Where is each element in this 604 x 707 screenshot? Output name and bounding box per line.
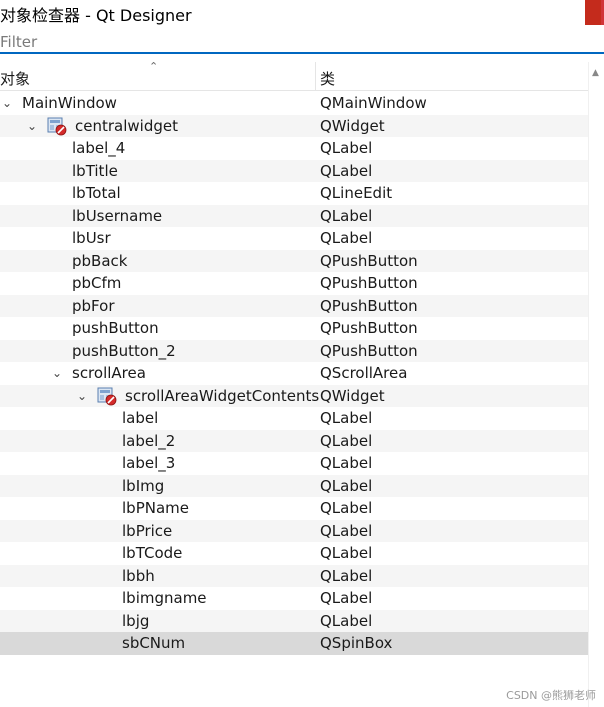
tree-row-class-name: QPushButton (320, 251, 418, 270)
filter-input[interactable] (0, 32, 600, 52)
tree-row-object-name: lbTitle (72, 161, 118, 180)
tree-row[interactable]: lbimgname QLabel (0, 587, 588, 610)
expand-chevron-icon[interactable]: ⌄ (0, 94, 14, 112)
tree-row-object-name: lbjg (122, 611, 150, 630)
tree-row-class-name: QPushButton (320, 274, 418, 292)
tree-row[interactable]: label QLabel (0, 407, 588, 430)
tree-row[interactable]: lbPrice QLabel (0, 519, 588, 542)
tree-row-object-name: scrollAreaWidgetContents (125, 386, 320, 405)
tree-row-class-name: QPushButton (320, 341, 418, 360)
tree-row-class-name: QLabel (320, 589, 373, 607)
tree-row[interactable]: lbTitle QLabel (0, 159, 588, 182)
tree-row[interactable]: lbjg QLabel (0, 609, 588, 632)
tree-row-object-name: pbFor (72, 296, 115, 315)
tree-row[interactable]: ⌄ MainWindow QMainWindow (0, 92, 588, 115)
tree-row-object-name: pbCfm (72, 274, 122, 292)
header-divider[interactable] (315, 62, 316, 91)
tree-row-class-name: QLabel (320, 409, 373, 427)
tree-row[interactable]: pbFor QPushButton (0, 294, 588, 317)
tree-row[interactable]: lbPName QLabel (0, 497, 588, 520)
tree-row[interactable]: sbCNum QSpinBox (0, 632, 588, 655)
watermark: CSDN @熊狮老师 (506, 689, 596, 702)
tree-row[interactable]: lbbh QLabel (0, 564, 588, 587)
tree-row-object-name: lbimgname (122, 589, 207, 607)
tree-row[interactable]: pbBack QPushButton (0, 249, 588, 272)
sort-indicator-icon: ⌃ (149, 60, 159, 73)
tree-row-object-name: MainWindow (22, 94, 117, 112)
tree-row-object-name: lbbh (122, 566, 155, 585)
window-title: 对象检查器 - Qt Designer (0, 6, 192, 25)
tree-row-object-name: lbTCode (122, 544, 183, 562)
tree-row-object-name: scrollArea (72, 364, 146, 382)
tree-row-class-name: QLineEdit (320, 184, 393, 202)
tree-header: 对象 ⌃ 类 (0, 60, 588, 91)
tree-row[interactable]: lbUsr QLabel (0, 227, 588, 250)
tree-row-object-name: lbPName (122, 499, 189, 517)
tree-row-object-name: pushButton_2 (72, 341, 176, 360)
tree-row-class-name: QLabel (320, 499, 373, 517)
tree-row[interactable]: label_4 QLabel (0, 137, 588, 160)
filter-bar (0, 30, 604, 54)
vertical-scrollbar[interactable]: ▲ (588, 62, 604, 707)
tree-row-class-name: QLabel (320, 161, 373, 180)
tree-row[interactable]: pushButton_2 QPushButton (0, 339, 588, 362)
tree-row-class-name: QLabel (320, 544, 373, 562)
tree-row[interactable]: pushButton QPushButton (0, 317, 588, 340)
layout-broken-icon (47, 117, 67, 135)
tree-row-object-name: pushButton (72, 319, 159, 337)
tree-row-object-name: sbCNum (122, 634, 186, 652)
tree-row-class-name: QLabel (320, 139, 373, 157)
expand-chevron-icon[interactable]: ⌄ (75, 387, 89, 405)
tree-row-class-name: QLabel (320, 454, 373, 472)
tree-row-object-name: label_2 (122, 431, 176, 450)
object-tree: ⌄ MainWindow QMainWindow ⌄ centralwidget QWid… (0, 92, 588, 655)
tree-row-class-name: QMainWindow (320, 94, 427, 112)
tree-row[interactable]: ⌄ scrollAreaWidgetContents QWidget (0, 384, 588, 407)
tree-row-object-name: lbPrice (122, 521, 173, 540)
tree-row[interactable]: label_2 QLabel (0, 429, 588, 452)
scroll-up-icon[interactable]: ▲ (592, 68, 599, 78)
tree-row-object-name: lbUsr (72, 229, 111, 247)
tree-row[interactable]: pbCfm QPushButton (0, 272, 588, 295)
tree-row-class-name: QLabel (320, 566, 373, 585)
layout-broken-icon (97, 387, 117, 405)
tree-row-class-name: QPushButton (320, 319, 418, 337)
tree-row-object-name: centralwidget (75, 116, 178, 135)
tree-row-object-name: pbBack (72, 251, 128, 270)
tree-row-class-name: QLabel (320, 206, 373, 225)
tree-row-object-name: label_4 (72, 139, 126, 157)
tree-row-class-name: QPushButton (320, 296, 418, 315)
tree-row-object-name: label_3 (122, 454, 176, 472)
tree-row-object-name: lbTotal (72, 184, 121, 202)
tree-row[interactable]: lbUsername QLabel (0, 204, 588, 227)
close-button[interactable] (585, 0, 604, 25)
tree-row[interactable]: ⌄ scrollArea QScrollArea (0, 362, 588, 385)
tree-row-class-name: QScrollArea (320, 364, 408, 382)
tree-row-class-name: QWidget (320, 386, 385, 405)
tree-row-object-name: lbImg (122, 476, 165, 495)
tree-row[interactable]: lbTotal QLineEdit (0, 182, 588, 205)
title-bar: 对象检查器 - Qt Designer (0, 0, 604, 25)
tree-row-class-name: QLabel (320, 611, 373, 630)
tree-row-object-name: lbUsername (72, 206, 163, 225)
expand-chevron-icon[interactable]: ⌄ (50, 364, 64, 382)
tree-row[interactable]: lbImg QLabel (0, 474, 588, 497)
tree-row-class-name: QSpinBox (320, 634, 393, 652)
tree-row[interactable]: lbTCode QLabel (0, 542, 588, 565)
tree-row-class-name: QLabel (320, 229, 373, 247)
tree-row-class-name: QLabel (320, 431, 373, 450)
header-class-column[interactable]: 类 (320, 68, 335, 89)
tree-row-class-name: QLabel (320, 521, 373, 540)
tree-row-object-name: label (122, 409, 159, 427)
tree-row-class-name: QWidget (320, 116, 385, 135)
tree-row[interactable]: ⌄ centralwidget QWidget (0, 114, 588, 137)
tree-row-class-name: QLabel (320, 476, 373, 495)
tree-row[interactable]: label_3 QLabel (0, 452, 588, 475)
header-object-column[interactable]: 对象 (0, 68, 30, 89)
expand-chevron-icon[interactable]: ⌄ (25, 117, 39, 135)
